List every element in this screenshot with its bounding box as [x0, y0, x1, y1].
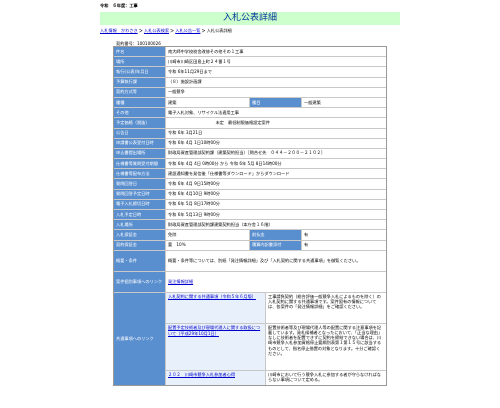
summary-conditions: 概要・条件等については、別紙「発注情報詳細」及び「入札契約に関する共通事項」を御… [168, 258, 361, 264]
bid-deadline: 令和 6年 5月 8日17時00分 [168, 201, 220, 207]
row-label: その他 [114, 108, 166, 118]
row-label: 公告日 [114, 128, 166, 138]
table-row: 入札保証金 免除 前払金 有 [114, 230, 386, 241]
work-category: 一般建築 [304, 99, 321, 105]
contract-method: 一般競争 [168, 89, 185, 95]
application-place: 財政局資産管理部契約課（建築契約担当）［問合せ先 ０４４－２００－２１０２］ [168, 150, 326, 156]
common-item: ２０２ 川崎市競争入札参加者心得 川崎市において行う競争入札に参加する者が守らな… [166, 370, 386, 385]
row-label: 入札保証金 [114, 230, 166, 240]
table-row: 予定価格（税抜） 未定 最低制限価格設定案件 [114, 118, 386, 129]
contract-deposit: 要 10% [166, 240, 250, 250]
row-label: 案件個別事項へのリンク [114, 271, 166, 292]
row-label: 種目 [250, 97, 302, 108]
row-label: 場所 [114, 57, 166, 67]
common-link-cell: ２０２ 川崎市競争入札参加者心得 [166, 370, 266, 385]
fiscal-year: 令和 ６年度：工事 [100, 3, 138, 8]
row-label: 前払金 [250, 230, 302, 240]
table-row: 案件個別事項へのリンク 発注情報詳細 [114, 271, 386, 293]
row-label: 申請書公表受付日時 [114, 138, 166, 148]
table-row: 場所 川崎市川崎区田島上町２４番１号 [114, 57, 386, 68]
bid-date: 令和 6年 5月13日 9時00分 [168, 211, 220, 217]
order-detail-link[interactable]: 発注情報詳細 [168, 279, 193, 285]
project-name: 南大師中学校校舎改修その他その１工事 [168, 48, 244, 54]
row-label: 執行(公表)年月日 [114, 67, 166, 77]
row-label: 電子入札締切日時 [114, 199, 166, 209]
table-row: 種種 建築 種目 一般建築 [114, 97, 386, 109]
price-note: 最低制限価格設定案件 [228, 119, 270, 125]
common-item: 入札契約に関する共通事項（令和５年６月版） 工事請負契約（総合評価一般競争入札に… [166, 292, 386, 324]
table-row: 入札場所 財政局資産管理部契約課建築契約担当（本庁舎１６階） [114, 220, 386, 231]
row-label: 質問回答日 [114, 179, 166, 189]
table-row: 公告日 令和 6年 3月21日 [114, 128, 386, 139]
table-row: 共通事項へのリンク 入札契約に関する共通事項（令和５年６月版） 工事請負契約（総… [114, 292, 386, 385]
breadcrumb-search-link[interactable]: 入札公表検索 [144, 28, 169, 33]
row-label: 仕様書等配布方法 [114, 169, 166, 179]
bidder-guide-link[interactable]: ２０２ 川崎市競争入札参加者心得 [168, 372, 235, 377]
row-label: 入札予定日時 [114, 210, 166, 220]
breadcrumb: 入札情報 かわさき＞入札公表検索＞入札公告一覧＞入札公表詳細 [100, 28, 232, 34]
table-row: 質問回答予定日時 令和 6年 4月10日 9時00分 [114, 189, 386, 200]
question-period: 令和 6年 4月 4日 0時00分 から 令和 6年 5月 8日14時00分 [168, 160, 282, 166]
row-label: 契約保証金 [114, 240, 166, 250]
engineer-rules-desc: 配置技術者等及び現場代理人等の配置に関する注意事項を記載しています。発札候補者と… [268, 324, 383, 356]
table-row: 件名 南大師中学校校舎改修その他その１工事 [114, 47, 386, 58]
row-label: 契約方式等 [114, 87, 166, 97]
table-row: 執行(公表)年月日 令和 6年11月29日まで [114, 67, 386, 78]
breadcrumb-home-link[interactable]: 入札情報 かわさき [100, 28, 138, 33]
common-links: 入札契約に関する共通事項（令和５年６月版） 工事請負契約（総合評価一般競争入札に… [166, 292, 386, 385]
table-row: 仕様書等質問受付期間 令和 6年 4月 4日 0時00分 から 令和 6年 5月… [114, 159, 386, 170]
table-row: 概要・条件 概要・条件等については、別紙「発注情報詳細」及び「入札契約に関する共… [114, 250, 386, 272]
table-row: 入札予定日時 令和 6年 5月13日 9時00分 [114, 210, 386, 221]
breadcrumb-list-link[interactable]: 入札公告一覧 [175, 28, 200, 33]
row-label: 仕様書等質問受付期間 [114, 159, 166, 169]
estimated-price: 未定 [215, 119, 224, 125]
common-rules-link[interactable]: 入札契約に関する共通事項（令和５年６月版） [168, 294, 256, 299]
table-row: 質問回答日 令和 6年 4月 9日15時00分 [114, 179, 386, 190]
common-item: 配置予定技術者及び現場代理人に関する取扱について（平成29年10月1日） 配置技… [166, 323, 386, 371]
row-label: 予定価格（税抜） [114, 118, 166, 128]
row-label: 件名 [114, 47, 166, 57]
advance-payment: 有 [304, 231, 309, 237]
common-link-cell: 入札契約に関する共通事項（令和５年６月版） [166, 292, 266, 323]
row-label: 種種 [114, 97, 166, 108]
estimate-breakdown: 有 [304, 242, 309, 248]
row-label: 共通事項へのリンク [114, 292, 166, 385]
row-label: 入札場所 [114, 220, 166, 230]
spec-distribution: 建設通知書を発信後「仕様書等ダウンロード」からダウンロード [168, 170, 290, 176]
table-row: 予算執行課 （８）施設計画課 [114, 77, 386, 88]
reply-schedule: 令和 6年 4月10日 9時00分 [168, 191, 220, 197]
table-row: その他 電子入札対象、リサイクル法適用工事 [114, 108, 386, 119]
detail-link-cell: 発注情報詳細 [166, 272, 386, 292]
engineer-rules-link[interactable]: 配置予定技術者及び現場代理人に関する取扱について（平成29年10月1日） [168, 325, 260, 336]
detail-table: 件名 南大師中学校校舎改修その他その１工事 場所 川崎市川崎区田島上町２４番１号… [113, 46, 387, 386]
bid-deposit: 免除 [166, 230, 250, 240]
table-row: 申込書提出場所 財政局資産管理部契約課（建築契約担当）［問合せ先 ０４４－２００… [114, 148, 386, 160]
page-title: 入札公表詳細 [100, 12, 400, 25]
other-info: 電子入札対象、リサイクル法適用工事 [168, 109, 239, 115]
notice-date: 令和 6年 3月21日 [168, 130, 203, 136]
row-label: 積算内訳書添付 [250, 240, 302, 250]
common-rules-desc: 工事請負契約（総合評価一般競争入札によるものを除く）の入札契約に関する共通事項で… [268, 293, 381, 310]
table-row: 契約方式等 一般競争 [114, 87, 386, 98]
work-type: 建築 [166, 97, 250, 108]
project-location: 川崎市川崎区田島上町２４番１号 [168, 58, 231, 64]
row-label: 予算執行課 [114, 77, 166, 87]
table-row: 電子入札締切日時 令和 6年 5月 8日17時00分 [114, 199, 386, 210]
table-row: 申請書公表受付日時 令和 6年 4月 1日10時00分 [114, 138, 386, 149]
qualification-date: 令和 6年 4月 1日10時00分 [168, 140, 220, 146]
row-label: 申込書提出場所 [114, 148, 166, 159]
row-label: 概要・条件 [114, 250, 166, 271]
budget-section: （８）施設計画課 [168, 79, 202, 85]
bid-place: 財政局資産管理部契約課建築契約担当（本庁舎１６階） [168, 221, 273, 227]
table-row: 仕様書等配布方法 建設通知書を発信後「仕様書等ダウンロード」からダウンロード [114, 169, 386, 180]
common-link-cell: 配置予定技術者及び現場代理人に関する取扱について（平成29年10月1日） [166, 323, 266, 370]
row-label: 質問回答予定日時 [114, 189, 166, 199]
table-row: 契約保証金 要 10% 積算内訳書添付 有 [114, 240, 386, 251]
announce-date: 令和 6年11月29日まで [168, 68, 212, 74]
breadcrumb-current: 入札公表詳細 [206, 28, 232, 33]
bidder-guide-desc: 川崎市において行う競争入札に参加する者が守らなければならない事項について定める。 [268, 371, 381, 382]
reply-date: 令和 6年 4月 9日15時00分 [168, 181, 220, 187]
